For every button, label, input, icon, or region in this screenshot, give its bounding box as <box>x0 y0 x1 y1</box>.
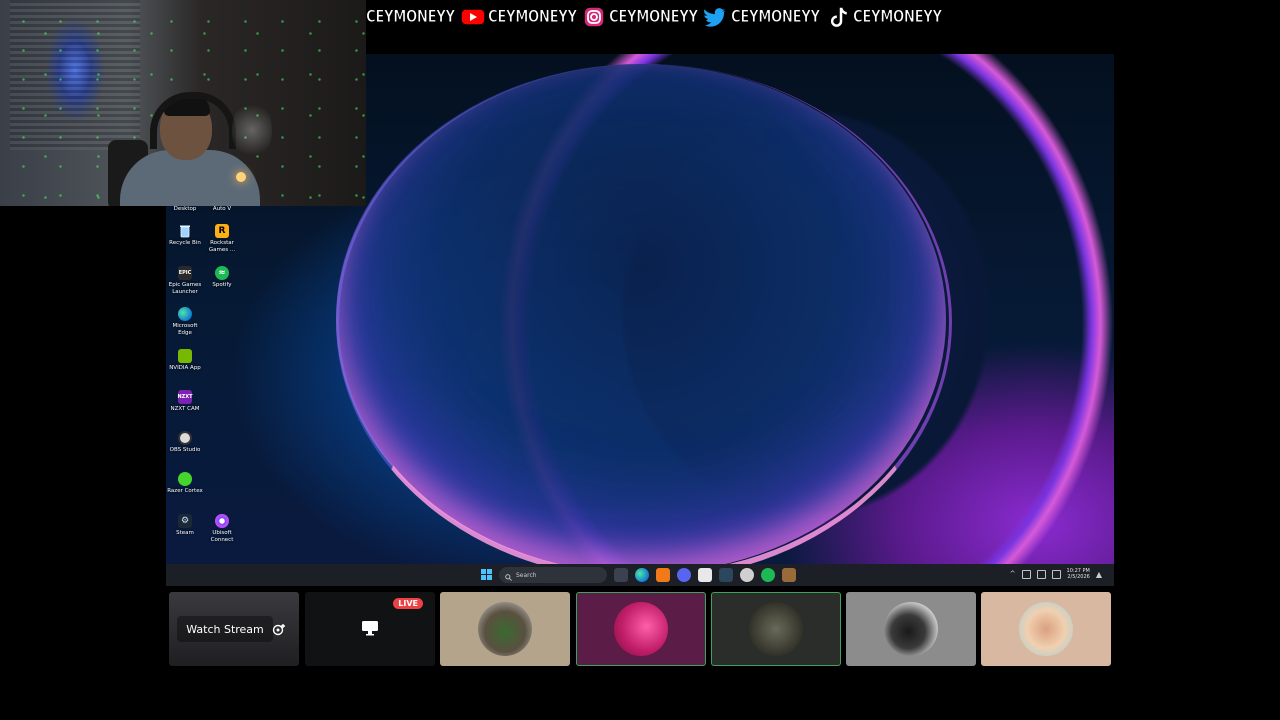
obs-icon[interactable] <box>740 568 754 582</box>
recycle-bin-icon <box>178 224 192 238</box>
network-icon[interactable] <box>1036 569 1046 579</box>
watch-stream-tile[interactable]: Watch Stream <box>169 592 299 666</box>
windows-taskbar: Search ^ 10:27 PM 2/5/2026 ▲ <box>166 564 1114 586</box>
lighter-glow <box>236 172 246 182</box>
participant-avatar <box>478 602 532 656</box>
desktop-icon-edge[interactable]: Microsoft Edge <box>166 307 205 337</box>
spotify-icon: ≈ <box>215 266 229 280</box>
task-view-icon[interactable] <box>614 568 628 582</box>
smoke <box>232 100 272 160</box>
edge-icon <box>178 307 192 321</box>
mic-icon[interactable] <box>1021 569 1031 579</box>
wallpaper-orb-rim <box>336 64 952 580</box>
desktop-icon-label: Razer Cortex <box>167 488 203 494</box>
youtube-icon <box>459 6 486 28</box>
rockstar-icon: R <box>215 224 229 238</box>
monitor-icon <box>361 620 379 640</box>
desktop-icon-razer[interactable]: Razer Cortex <box>166 472 205 495</box>
desktop-icon-epic-games[interactable]: EPIC Epic Games Launcher <box>166 266 205 296</box>
steam-icon: ⚙ <box>178 514 192 528</box>
search-icon <box>505 566 512 585</box>
participant-tile-speaking[interactable] <box>576 592 706 666</box>
spotify-icon[interactable] <box>761 568 775 582</box>
desktop-icon-label: Ubisoft Connect <box>210 530 234 543</box>
desktop-icon-label: Desktop <box>173 206 197 212</box>
razer-icon <box>178 472 192 486</box>
participant-avatar <box>1019 602 1073 656</box>
desktop-icon-steam[interactable]: ⚙ Steam <box>166 514 205 537</box>
taskbar-search[interactable]: Search <box>499 567 607 583</box>
desktop-icon-label: NVIDIA App <box>169 365 201 371</box>
participant-tile[interactable] <box>981 592 1111 666</box>
taskbar-apps <box>614 568 796 582</box>
nzxt-icon: NZXT <box>177 390 193 404</box>
desktop-icon-label: OBS Studio <box>169 447 201 453</box>
desktop-icon-label: Rockstar Games ... <box>208 240 236 253</box>
file-icon[interactable] <box>698 568 712 582</box>
social-handle-twitter: CEYMONEYY <box>699 6 821 28</box>
ubisoft-icon <box>215 514 229 528</box>
desktop-icon-label: Epic Games Launcher <box>168 282 202 295</box>
twitter-icon <box>703 6 729 28</box>
desktop-icon-rockstar[interactable]: R Rockstar Games ... <box>202 224 242 254</box>
search-placeholder: Search <box>516 571 537 579</box>
webcam-feed <box>0 0 366 206</box>
desktop-icon-nvidia[interactable]: NVIDIA App <box>166 349 205 372</box>
participant-avatar <box>614 602 668 656</box>
desktop-icon-label: Spotify <box>212 282 232 288</box>
live-badge: LIVE <box>393 598 423 609</box>
social-handles-banner: CEYMONEYY CEYMONEYY CEYMONEYY CEYMONEYY … <box>366 2 943 32</box>
edge-icon[interactable] <box>635 568 649 582</box>
participant-avatar <box>749 602 803 656</box>
app-icon[interactable] <box>656 568 670 582</box>
desktop-icon-spotify[interactable]: ≈ Spotify <box>202 266 242 289</box>
desktop-icon-ubisoft[interactable]: Ubisoft Connect <box>202 514 242 544</box>
handle-text: CEYMONEYY <box>852 7 943 28</box>
desktop-icon-label: Microsoft Edge <box>172 323 198 336</box>
windows-start-icon[interactable] <box>481 569 492 580</box>
desktop-icon-recycle-bin[interactable]: Recycle Bin <box>166 224 205 247</box>
desktop-icon-label: Steam <box>176 530 194 536</box>
handle-text: CEYMONEYY <box>609 7 699 28</box>
nvidia-icon <box>178 349 192 363</box>
desktop-icon-label: Auto V <box>212 206 232 212</box>
participant-tile[interactable] <box>846 592 976 666</box>
desktop-icon-obs[interactable]: OBS Studio <box>166 431 205 454</box>
add-stream-icon[interactable] <box>269 620 289 640</box>
obs-icon <box>178 431 192 445</box>
handle-text: CEYMONEYY <box>366 7 456 28</box>
shield-icon[interactable] <box>782 568 796 582</box>
social-handle-youtube: CEYMONEYY <box>456 6 577 28</box>
epic-games-icon: EPIC <box>178 266 192 280</box>
social-handle-instagram: CEYMONEYY <box>577 6 699 28</box>
taskbar-clock[interactable]: 10:27 PM 2/5/2026 <box>1067 568 1090 580</box>
volume-icon[interactable] <box>1051 569 1061 579</box>
participant-tile-speaking[interactable] <box>711 592 841 666</box>
desktop-icon-label: NZXT CAM <box>170 406 200 412</box>
desktop-icon-nzxt[interactable]: NZXT NZXT CAM <box>166 390 205 413</box>
watch-stream-button[interactable]: Watch Stream <box>177 616 273 642</box>
instagram-icon <box>581 6 607 28</box>
desktop-icon-label: Recycle Bin <box>169 240 201 246</box>
chevron-up-icon[interactable]: ^ <box>1010 570 1016 578</box>
handle-text: CEYMONEYY <box>731 7 821 28</box>
screen-share-tile[interactable]: LIVE <box>305 592 435 666</box>
participant-tile[interactable] <box>440 592 570 666</box>
clock-date: 2/5/2026 <box>1067 574 1090 580</box>
social-handle-tiktok: CEYMONEYY <box>821 6 943 29</box>
handle-text: CEYMONEYY <box>487 7 577 28</box>
notification-bell-icon[interactable]: ▲ <box>1096 570 1102 579</box>
discord-icon[interactable] <box>677 568 691 582</box>
tiktok-icon <box>825 6 851 29</box>
social-handle: CEYMONEYY <box>366 7 456 28</box>
participant-avatar <box>884 602 938 656</box>
steam-icon[interactable] <box>719 568 733 582</box>
system-tray: ^ 10:27 PM 2/5/2026 ▲ <box>1010 568 1102 580</box>
